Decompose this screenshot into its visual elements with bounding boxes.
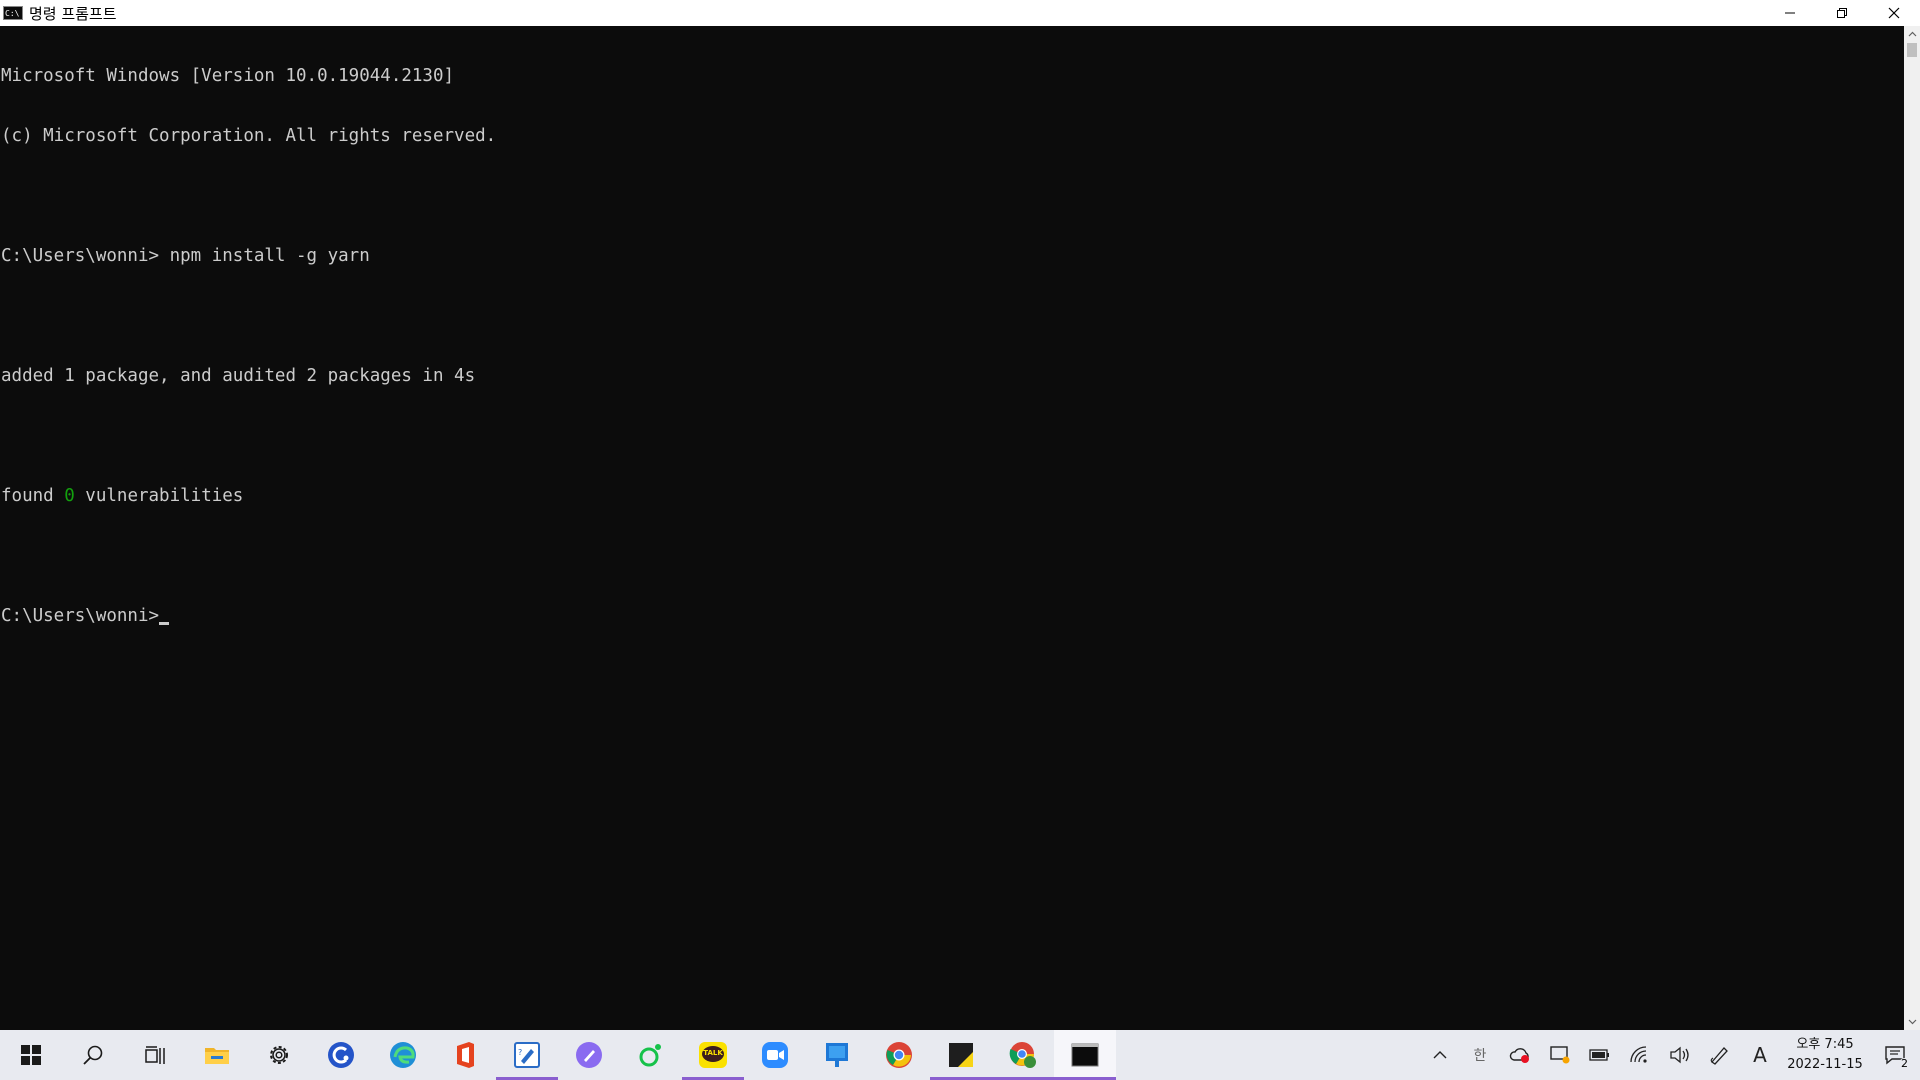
chrome-icon <box>886 1042 912 1068</box>
pen-icon <box>1710 1047 1728 1065</box>
battery-tray[interactable] <box>1580 1030 1620 1080</box>
cmd-icon <box>1071 1043 1099 1067</box>
wifi-icon <box>1630 1046 1647 1063</box>
sticky-notes-icon <box>949 1043 973 1067</box>
purple-pen-icon <box>576 1042 602 1068</box>
settings[interactable] <box>248 1030 310 1080</box>
start-button[interactable] <box>0 1030 62 1080</box>
window-controls <box>1764 0 1920 26</box>
app-blue-board[interactable] <box>806 1030 868 1080</box>
app-blue-c[interactable] <box>310 1030 372 1080</box>
clock-date: 2022-11-15 <box>1787 1057 1863 1072</box>
close-icon <box>1888 7 1900 19</box>
hangul-ime-indicator[interactable]: 한 <box>1460 1030 1500 1080</box>
console-line-vulnerabilities: found 0 vulnerabilities <box>0 486 1904 506</box>
volume-tray[interactable] <box>1660 1030 1700 1080</box>
show-hidden-icons-button[interactable] <box>1420 1030 1460 1080</box>
edge[interactable] <box>372 1030 434 1080</box>
restore-icon <box>1837 8 1847 18</box>
speaker-icon <box>1670 1046 1689 1064</box>
windows-logo-icon <box>21 1045 41 1065</box>
chevron-up-icon <box>1908 31 1916 37</box>
clock[interactable]: 오후 7:45 2022-11-15 <box>1780 1030 1870 1080</box>
chevron-up-icon <box>1433 1051 1447 1059</box>
action-center-button[interactable]: 2 <box>1870 1030 1920 1080</box>
office-icon <box>457 1042 474 1068</box>
gear-icon <box>270 1046 288 1064</box>
minimize-icon <box>1785 12 1795 14</box>
file-explorer[interactable] <box>186 1030 248 1080</box>
blue-c-icon <box>328 1042 354 1068</box>
console-line: added 1 package, and audited 2 packages … <box>1 366 476 386</box>
battery-icon <box>1589 1049 1609 1061</box>
green-circle-icon <box>639 1044 661 1067</box>
minimize-button[interactable] <box>1764 0 1816 26</box>
chrome[interactable] <box>868 1030 930 1080</box>
folder-icon <box>205 1048 229 1064</box>
title-bar[interactable]: C:\ 명령 프롬프트 <box>0 0 1920 26</box>
restore-button[interactable] <box>1816 0 1868 26</box>
scroll-up-button[interactable] <box>1904 26 1920 42</box>
edge-icon <box>390 1042 416 1068</box>
task-view-button[interactable] <box>124 1030 186 1080</box>
close-button[interactable] <box>1868 0 1920 26</box>
sticky-notes[interactable] <box>930 1030 992 1080</box>
text-cursor <box>159 622 170 625</box>
zoom[interactable] <box>744 1030 806 1080</box>
found-suffix: vulnerabilities <box>74 486 244 506</box>
clock-time: 오후 7:45 <box>1796 1037 1854 1052</box>
search-button[interactable] <box>62 1030 124 1080</box>
vulnerability-count: 0 <box>64 486 75 506</box>
input-language-indicator[interactable]: A <box>1740 1030 1780 1080</box>
app-purple-pen[interactable] <box>558 1030 620 1080</box>
network-tray[interactable] <box>1620 1030 1660 1080</box>
office[interactable] <box>434 1030 496 1080</box>
command-prompt-window: C:\ 명령 프롬프트 Microsoft Windows [Version 1… <box>0 0 1920 1030</box>
svg-text:?: ? <box>518 1048 522 1057</box>
security-tray[interactable] <box>1540 1030 1580 1080</box>
console-line: Microsoft Windows [Version 10.0.19044.21… <box>1 66 455 86</box>
app-green[interactable] <box>620 1030 682 1080</box>
chrome-profile-icon <box>1009 1042 1036 1068</box>
taskbar: ? TALK 한 A 오후 7:45 2022-11-15 2 <box>0 1030 1920 1080</box>
console-prompt-line[interactable]: C:\Users\wonni> <box>0 606 1904 626</box>
task-view-icon <box>145 1046 165 1064</box>
monitor-shield-icon <box>1550 1046 1570 1064</box>
console-line: C:\Users\wonni> npm install -g yarn <box>1 246 370 266</box>
pen-note-icon: ? <box>514 1042 540 1068</box>
found-prefix: found <box>1 486 65 506</box>
console-output[interactable]: Microsoft Windows [Version 10.0.19044.21… <box>0 26 1904 1030</box>
cmd-app-icon: C:\ <box>3 6 23 20</box>
command-prompt[interactable] <box>1054 1030 1116 1080</box>
prompt: C:\Users\wonni> <box>1 606 160 626</box>
zoom-icon <box>762 1042 788 1068</box>
kakaotalk[interactable]: TALK <box>682 1030 744 1080</box>
console-line: (c) Microsoft Corporation. All rights re… <box>1 126 497 146</box>
system-tray: 한 A 오후 7:45 2022-11-15 2 <box>1420 1030 1920 1080</box>
vertical-scrollbar[interactable] <box>1904 26 1920 1030</box>
kakaotalk-label: TALK <box>703 1049 723 1057</box>
cloud-sync-tray[interactable] <box>1500 1030 1540 1080</box>
pen-workspace-tray[interactable] <box>1700 1030 1740 1080</box>
app-pen[interactable]: ? <box>496 1030 558 1080</box>
cloud-error-icon <box>1509 1048 1529 1063</box>
blue-board-icon <box>826 1043 848 1067</box>
chrome-profile[interactable] <box>992 1030 1054 1080</box>
scroll-down-button[interactable] <box>1904 1014 1920 1030</box>
notification-count-badge: 2 <box>1899 1057 1910 1070</box>
scroll-thumb[interactable] <box>1907 43 1917 57</box>
chevron-down-icon <box>1908 1019 1916 1025</box>
window-title: 명령 프롬프트 <box>29 4 117 23</box>
search-icon <box>83 1045 103 1065</box>
